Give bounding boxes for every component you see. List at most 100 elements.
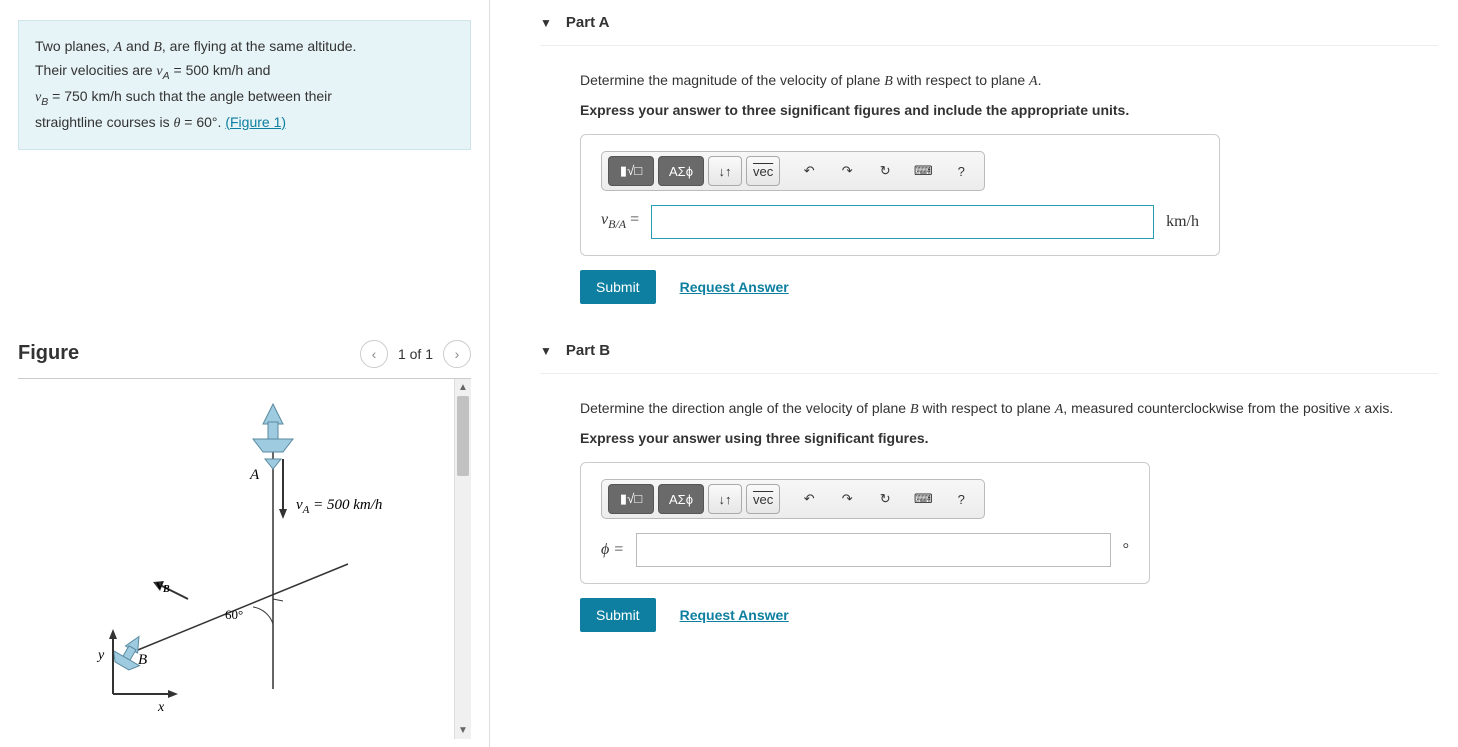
part-a-label: vB/A = [601,211,639,232]
greek-button[interactable]: ΑΣϕ [658,484,704,514]
part-a-title: Part A [566,14,610,31]
pager-text: 1 of 1 [394,346,437,362]
part-b-prompt: Determine the direction angle of the vel… [580,398,1438,420]
undo-button[interactable]: ↶ [792,484,826,514]
part-b-instruction: Express your answer using three signific… [580,430,1438,446]
subsup-icon: ↓↑ [719,164,732,179]
templates-button[interactable]: ▮√□ [608,156,654,186]
vb-value: 750 [64,88,87,104]
redo-button[interactable]: ↷ [830,156,864,186]
var-A: A [114,40,123,55]
label-y: y [96,648,105,663]
part-a-body: Determine the magnitude of the velocity … [540,46,1438,328]
part-a-submit-button[interactable]: Submit [580,270,656,304]
keyboard-icon: ⌨ [914,163,933,179]
part-b-header[interactable]: ▼ Part B [540,328,1438,374]
var-A: A [1029,74,1038,89]
greek-button[interactable]: ΑΣϕ [658,156,704,186]
text: straightline courses is [35,114,174,130]
greek-icon: ΑΣϕ [669,164,693,179]
help-button[interactable]: ? [944,156,978,186]
reset-button[interactable]: ↻ [868,484,902,514]
figure-link[interactable]: (Figure 1) [225,114,286,130]
part-b-request-answer-link[interactable]: Request Answer [680,607,789,623]
text: with respect to plane [919,400,1055,416]
problem-statement: Two planes, A and B, are flying at the s… [18,20,471,150]
part-b-input[interactable] [636,533,1111,567]
vec-button[interactable]: vec [746,156,780,186]
figure-section: Figure ‹ 1 of 1 › [18,340,471,739]
keyboard-button[interactable]: ⌨ [906,156,940,186]
keyboard-button[interactable]: ⌨ [906,484,940,514]
text: axis. [1361,400,1394,416]
templates-icon: ▮√□ [620,491,642,507]
sub: B/A [608,218,626,232]
vec-icon: vec [753,492,773,507]
part-b-unit: ° [1123,541,1129,559]
text: = [48,88,64,104]
next-figure-button[interactable]: › [443,340,471,368]
right-pane: ▼ Part A Determine the magnitude of the … [490,0,1458,747]
prev-figure-button[interactable]: ‹ [360,340,388,368]
redo-button[interactable]: ↷ [830,484,864,514]
part-b-answer-box: ▮√□ ΑΣϕ ↓↑ vec ↶ ↷ ↻ ⌨ ? ϕ = ° [580,462,1150,584]
part-a-answer-box: ▮√□ ΑΣϕ ↓↑ vec ↶ ↷ ↻ ⌨ ? vB/A = km/h [580,134,1220,256]
text: Their velocities are [35,62,156,78]
label-B: B [138,652,147,668]
label-vB: vB [156,578,170,595]
templates-icon: ▮√□ [620,163,642,179]
part-a-request-answer-link[interactable]: Request Answer [680,279,789,295]
help-icon: ? [958,164,965,179]
text: = [170,62,186,78]
part-b-title: Part B [566,342,610,359]
var-B: B [910,402,919,417]
scroll-thumb[interactable] [457,396,469,476]
help-button[interactable]: ? [944,484,978,514]
caret-down-icon: ▼ [540,344,552,358]
figure-pager: ‹ 1 of 1 › [360,340,471,368]
unit: km/h [209,62,243,78]
redo-icon: ↷ [842,163,853,179]
equation-toolbar: ▮√□ ΑΣϕ ↓↑ vec ↶ ↷ ↻ ⌨ ? [601,151,985,191]
reset-icon: ↻ [880,163,891,179]
part-b-submit-button[interactable]: Submit [580,598,656,632]
text: with respect to plane [893,72,1029,88]
sub-A: A [163,70,170,82]
text: , are flying at the same altitude. [162,38,357,54]
templates-button[interactable]: ▮√□ [608,484,654,514]
undo-icon: ↶ [804,491,815,507]
eq: = [626,211,639,228]
text: Two planes, [35,38,114,54]
theta-value: = 60° [180,114,217,130]
part-a-instruction: Express your answer to three significant… [580,102,1438,118]
text: Determine the direction angle of the vel… [580,400,910,416]
undo-button[interactable]: ↶ [792,156,826,186]
vec-button[interactable]: vec [746,484,780,514]
va-value: 500 [186,62,209,78]
reset-icon: ↻ [880,491,891,507]
scroll-up-icon[interactable]: ▲ [455,379,471,396]
reset-button[interactable]: ↻ [868,156,902,186]
subsup-button[interactable]: ↓↑ [708,484,742,514]
var-B: B [884,74,893,89]
var-A: A [1055,402,1064,417]
vec-icon: vec [753,164,773,179]
part-a-unit: km/h [1166,213,1199,231]
figure-scrollbar[interactable]: ▲ ▼ [454,379,471,739]
part-b-label: ϕ = [601,541,624,559]
help-icon: ? [958,492,965,507]
scroll-down-icon[interactable]: ▼ [455,722,471,739]
label-x: x [157,700,165,715]
part-a-input[interactable] [651,205,1154,239]
text: , measured counterclockwise from the pos… [1063,400,1354,416]
label-angle: 60° [225,607,243,622]
equation-toolbar: ▮√□ ΑΣϕ ↓↑ vec ↶ ↷ ↻ ⌨ ? [601,479,985,519]
subsup-button[interactable]: ↓↑ [708,156,742,186]
part-a-prompt: Determine the magnitude of the velocity … [580,70,1438,92]
subsup-icon: ↓↑ [719,492,732,507]
text: such that the angle between their [122,88,332,104]
label-A: A [249,467,260,483]
part-b-body: Determine the direction angle of the vel… [540,374,1438,656]
redo-icon: ↷ [842,491,853,507]
part-a-header[interactable]: ▼ Part A [540,0,1438,46]
